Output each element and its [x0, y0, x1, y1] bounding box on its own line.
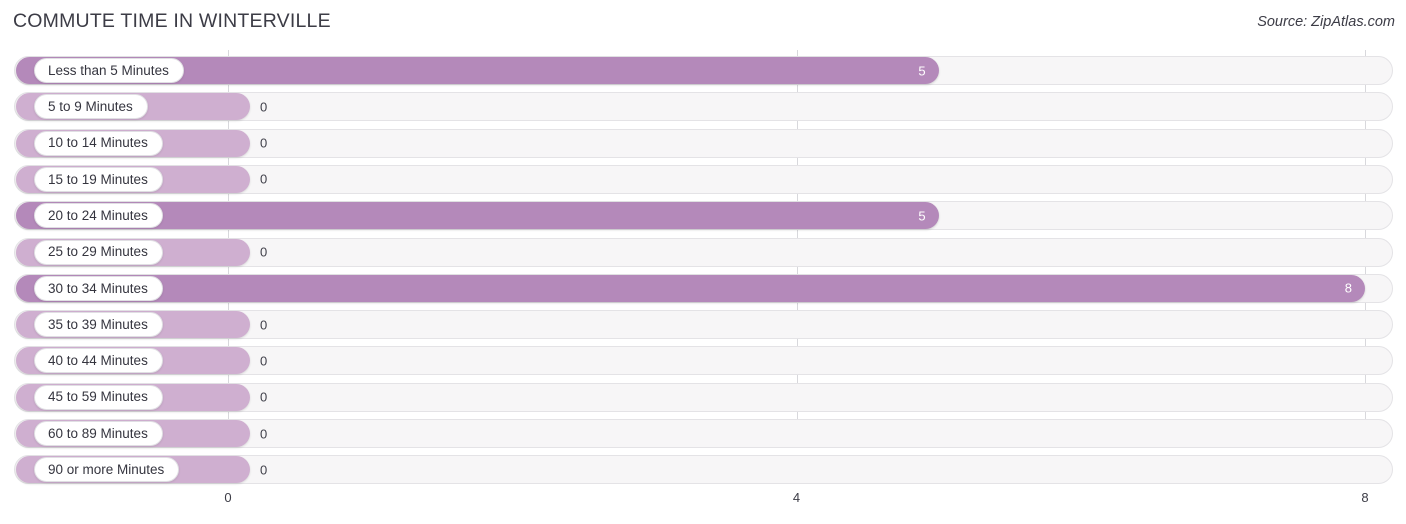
category-label: 5 to 9 Minutes [48, 99, 133, 115]
category-label: 60 to 89 Minutes [48, 425, 148, 441]
bar-row[interactable]: 5 20 to 24 Minutes [0, 201, 1406, 231]
category-label-pill[interactable]: 5 to 9 Minutes [34, 94, 148, 120]
category-label: 25 to 29 Minutes [48, 244, 148, 260]
bar-row[interactable]: 0 10 to 14 Minutes [0, 128, 1406, 158]
page-title: COMMUTE TIME IN WINTERVILLE [13, 10, 331, 32]
bar-value-label: 0 [260, 171, 268, 187]
x-axis: 0 4 8 [0, 488, 1406, 524]
x-axis-tick-label: 0 [224, 490, 232, 505]
bar-row[interactable]: 5 Less than 5 Minutes [0, 56, 1406, 85]
bar-value-label: 0 [260, 135, 268, 151]
category-label-pill[interactable]: 60 to 89 Minutes [34, 421, 163, 446]
category-label: 45 to 59 Minutes [48, 389, 148, 405]
category-label: 40 to 44 Minutes [48, 353, 148, 369]
bar[interactable]: 8 [16, 274, 1365, 302]
bar-row[interactable]: 0 5 to 9 Minutes [0, 92, 1406, 122]
source-attribution: Source: ZipAtlas.com [1257, 14, 1395, 30]
bar-value-label: 5 [918, 63, 926, 78]
bar-value-label: 0 [260, 389, 268, 405]
category-label: 20 to 24 Minutes [48, 207, 148, 223]
bar-row[interactable]: 0 90 or more Minutes [0, 455, 1406, 485]
category-label-pill[interactable]: 45 to 59 Minutes [34, 384, 163, 410]
plot-area: 5 Less than 5 Minutes 0 5 to 9 Minutes 0 10 t… [0, 50, 1406, 488]
category-label: 30 to 34 Minutes [48, 280, 148, 296]
chart-container: COMMUTE TIME IN WINTERVILLE Source: ZipA… [0, 0, 1406, 524]
bar-row[interactable]: 0 45 to 59 Minutes [0, 382, 1406, 412]
category-label-pill[interactable]: 35 to 39 Minutes [34, 312, 163, 338]
category-label-pill[interactable]: 10 to 14 Minutes [34, 130, 163, 156]
bar-value-label: 0 [260, 244, 268, 260]
category-label-pill[interactable]: 25 to 29 Minutes [34, 239, 163, 265]
x-axis-tick-label: 4 [792, 490, 801, 505]
bar-row[interactable]: 0 40 to 44 Minutes [0, 346, 1406, 376]
bar-row[interactable]: 0 60 to 89 Minutes [0, 419, 1406, 448]
category-label-pill[interactable]: Less than 5 Minutes [34, 58, 184, 83]
x-axis-tick-label: 8 [1361, 490, 1369, 505]
bar-row[interactable]: 0 35 to 39 Minutes [0, 310, 1406, 340]
category-label-pill[interactable]: 40 to 44 Minutes [34, 348, 163, 374]
category-label: 35 to 39 Minutes [48, 316, 148, 332]
category-label: 10 to 14 Minutes [48, 135, 148, 151]
bar-value-label: 0 [260, 426, 268, 441]
category-label: Less than 5 Minutes [48, 62, 169, 78]
category-label: 15 to 19 Minutes [48, 171, 148, 187]
bar-value-label: 8 [1344, 280, 1352, 296]
category-label-pill[interactable]: 90 or more Minutes [34, 457, 180, 483]
bar-value-label: 0 [260, 353, 268, 369]
bar-value-label: 0 [260, 462, 268, 478]
bar-row[interactable]: 8 30 to 34 Minutes [0, 273, 1406, 303]
bar-value-label: 0 [260, 317, 268, 333]
bar-row[interactable]: 0 15 to 19 Minutes [0, 164, 1406, 194]
category-label: 90 or more Minutes [48, 462, 165, 478]
bar-row[interactable]: 0 25 to 29 Minutes [0, 237, 1406, 267]
category-label-pill[interactable]: 15 to 19 Minutes [34, 166, 163, 192]
category-label-pill[interactable]: 20 to 24 Minutes [34, 203, 163, 229]
bar-value-label: 5 [918, 208, 926, 224]
category-label-pill[interactable]: 30 to 34 Minutes [34, 275, 163, 301]
bar-value-label: 0 [260, 99, 268, 115]
